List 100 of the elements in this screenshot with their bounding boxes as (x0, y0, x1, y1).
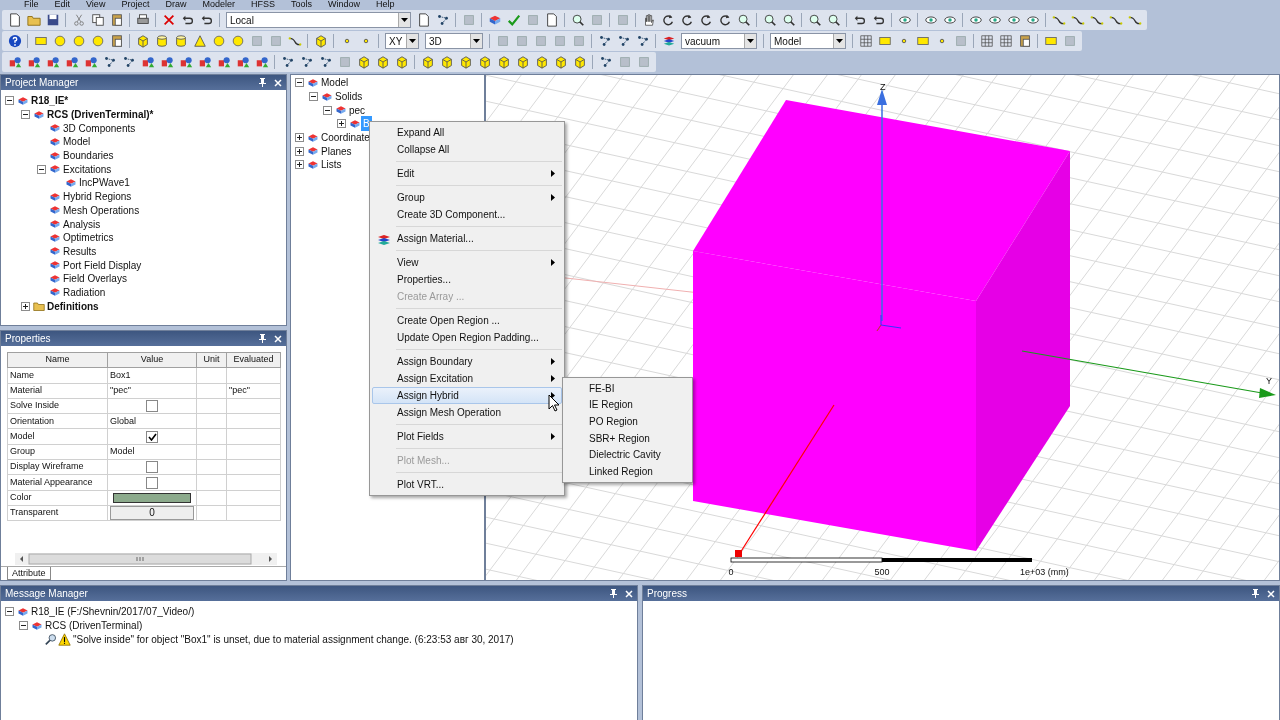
rotate-icon[interactable] (660, 13, 675, 27)
horizontal-scrollbar[interactable] (15, 553, 277, 566)
nodes-icon[interactable] (616, 34, 631, 48)
eye-icon[interactable] (987, 13, 1002, 27)
menu-item[interactable]: Assign Boundary (372, 353, 562, 370)
cube-icon[interactable] (496, 55, 511, 69)
curve-icon[interactable] (1127, 13, 1142, 27)
tree-item[interactable]: IncPWave1 (77, 175, 132, 191)
copy-icon[interactable] (90, 13, 105, 27)
collapse-toggle[interactable] (5, 607, 14, 617)
tree-item[interactable]: Field Overlays (61, 271, 129, 287)
cube-icon[interactable] (458, 55, 473, 69)
tree-item[interactable]: Planes (319, 143, 354, 159)
expand-toggle[interactable] (337, 119, 346, 129)
cube-icon[interactable] (313, 34, 328, 48)
circle-icon[interactable] (90, 34, 105, 48)
menu-item[interactable]: SBR+ Region (565, 429, 690, 447)
circle-icon[interactable] (230, 34, 245, 48)
tree-item[interactable]: Lists (319, 157, 344, 173)
zoom-icon[interactable] (736, 13, 751, 27)
circle-icon[interactable] (211, 34, 226, 48)
menu-item[interactable]: Group (372, 189, 562, 206)
shapes-icon[interactable] (45, 55, 60, 69)
rectangle-icon[interactable] (33, 34, 48, 48)
shapes-icon[interactable] (254, 55, 269, 69)
dropdown[interactable]: 3D (425, 33, 483, 49)
menu-item[interactable]: Project (121, 0, 150, 9)
nodes-icon[interactable] (280, 55, 295, 69)
menu-item[interactable]: Create 3D Component... (372, 206, 562, 223)
menu-item[interactable]: Update Open Region Padding... (372, 329, 562, 346)
tree-item[interactable]: Results (61, 243, 99, 259)
nodes-icon[interactable] (435, 13, 450, 27)
eye-icon[interactable] (923, 13, 938, 27)
curve-icon[interactable] (1089, 13, 1104, 27)
menu-item[interactable]: Plot Fields (372, 428, 562, 445)
tree-item[interactable]: Optimetrics (61, 230, 116, 246)
column-header[interactable]: Value (107, 352, 197, 368)
nodes-icon[interactable] (597, 34, 612, 48)
layers-icon[interactable] (661, 34, 676, 48)
close-icon[interactable] (274, 78, 282, 87)
nodes-icon[interactable] (635, 34, 650, 48)
tree-item[interactable]: Radiation (61, 284, 108, 300)
cube-icon[interactable] (135, 34, 150, 48)
menu-item[interactable]: Edit (54, 0, 71, 9)
grid-icon[interactable] (998, 34, 1013, 48)
menu-item[interactable]: FE-BI (565, 380, 690, 397)
menu-item[interactable]: Assign Hybrid (372, 387, 562, 404)
shapes-icon[interactable] (26, 55, 41, 69)
document-icon[interactable] (7, 13, 22, 27)
help-icon[interactable] (7, 34, 22, 48)
tree-item[interactable]: Excitations (61, 161, 114, 177)
menu-item[interactable]: Help (376, 0, 395, 9)
tree-item[interactable]: Definitions (45, 298, 101, 314)
tree-item[interactable]: RCS (DrivenTerminal)* (45, 107, 156, 123)
curve-icon[interactable] (1108, 13, 1123, 27)
nodes-icon[interactable] (318, 55, 333, 69)
dropdown[interactable]: Model (770, 33, 846, 49)
rotate-icon[interactable] (717, 13, 732, 27)
tree-item[interactable]: Port Field Display (61, 257, 144, 273)
collapse-toggle[interactable] (309, 92, 318, 102)
menu-item[interactable]: IE Region (565, 396, 690, 414)
column-header[interactable]: Unit (196, 352, 227, 368)
nodes-icon[interactable] (121, 55, 136, 69)
close-icon[interactable] (1267, 589, 1275, 598)
zoom-icon[interactable] (781, 13, 796, 27)
zoom-icon[interactable] (762, 13, 777, 27)
menu-item[interactable]: Collapse All (372, 141, 562, 158)
rotate-icon[interactable] (698, 13, 713, 27)
cube-icon[interactable] (515, 55, 530, 69)
pin-icon[interactable] (259, 334, 266, 343)
cube-icon[interactable] (420, 55, 435, 69)
pin-icon[interactable] (610, 589, 617, 598)
menu-item[interactable]: Assign Mesh Operation (372, 404, 562, 421)
tree-item[interactable]: Solids (333, 89, 365, 105)
dropdown[interactable]: Local (226, 12, 411, 28)
tree-item[interactable]: 3D Components (61, 120, 138, 136)
cylinder-icon[interactable] (154, 34, 169, 48)
value-button[interactable]: 0 (110, 506, 194, 520)
rotate-icon[interactable] (679, 13, 694, 27)
nodes-icon[interactable] (102, 55, 117, 69)
shapes-icon[interactable] (64, 55, 79, 69)
dropdown[interactable]: vacuum (681, 33, 757, 49)
triangle-icon[interactable] (192, 34, 207, 48)
shapes-icon[interactable] (83, 55, 98, 69)
tree-item[interactable]: Boundaries (61, 148, 116, 164)
rectangle-icon[interactable] (915, 34, 930, 48)
collapse-toggle[interactable] (37, 164, 46, 174)
document-icon[interactable] (544, 13, 559, 27)
menu-item[interactable]: Assign Excitation (372, 370, 562, 387)
delete-icon[interactable] (161, 13, 176, 27)
menu-item[interactable]: Create Open Region ... (372, 312, 562, 329)
shapes-icon[interactable] (159, 55, 174, 69)
shapes-icon[interactable] (197, 55, 212, 69)
collapse-toggle[interactable] (21, 110, 30, 120)
zoom-icon[interactable] (807, 13, 822, 27)
save-icon[interactable] (45, 13, 60, 27)
zoom-icon[interactable] (570, 13, 585, 27)
nodes-icon[interactable] (598, 55, 613, 69)
menu-item[interactable]: File (24, 0, 39, 9)
collapse-toggle[interactable] (19, 621, 28, 631)
